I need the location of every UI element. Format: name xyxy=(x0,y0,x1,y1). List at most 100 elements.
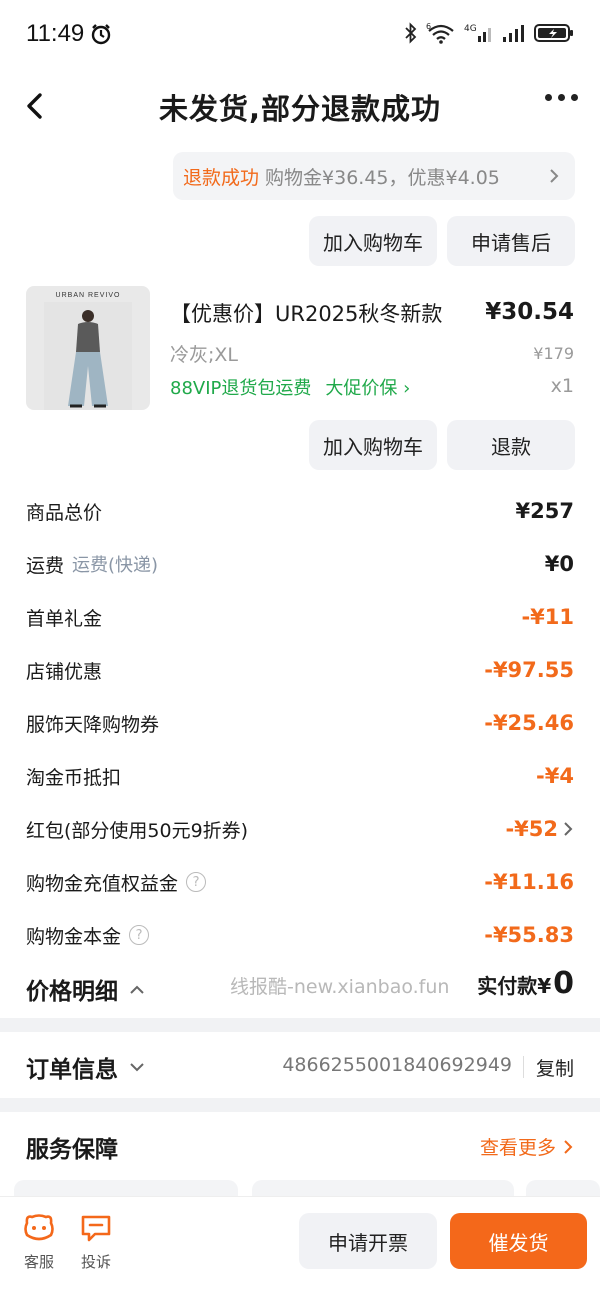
product-title[interactable]: 【优惠价】UR2025秋冬新款 xyxy=(170,298,442,328)
customer-service-label: 客服 xyxy=(23,1253,54,1271)
price-row-value-wrap: -¥52 xyxy=(505,817,574,841)
network-label: 4G xyxy=(464,24,477,34)
chevron-up-icon xyxy=(130,985,144,994)
price-row-label: 首单礼金 xyxy=(26,607,103,630)
price-row-label: 购物金充值权益金 xyxy=(26,872,179,895)
price-row-sublabel: 运费(快递) xyxy=(72,555,159,576)
price-row-label: 购物金本金 xyxy=(26,925,122,948)
price-row-label-wrap: 店铺优惠 xyxy=(26,657,102,684)
bluetooth-icon xyxy=(405,22,417,44)
paid-value: 0 xyxy=(553,966,574,1001)
chevron-right-icon xyxy=(564,1139,573,1154)
price-row: 购物金本金? -¥55.83 xyxy=(26,920,574,950)
price-row-value-wrap: -¥55.83 xyxy=(484,923,574,947)
watermark-text: 线报酷-new.xianbao.fun xyxy=(230,976,450,998)
price-row-label-wrap: 购物金本金? xyxy=(26,922,150,949)
price-row-label: 运费 xyxy=(26,554,65,577)
price-row-label: 红包(部分使用50元9折券) xyxy=(26,819,249,842)
vip-return-tag: 88VIP退货包运费 xyxy=(170,378,312,399)
price-row-value: -¥11 xyxy=(521,605,574,629)
more-dot-icon xyxy=(571,94,578,101)
nav-bar: 未发货,部分退款成功 xyxy=(0,76,600,136)
battery-icon xyxy=(534,24,573,42)
price-row-value-wrap: ¥257 xyxy=(516,499,574,523)
refund-button[interactable]: 退款 xyxy=(447,420,575,470)
product-price: ¥30.54 xyxy=(485,299,574,325)
price-row-value-wrap: -¥11 xyxy=(521,605,574,629)
price-row: 商品总价 ¥257 xyxy=(26,496,574,526)
order-detail-page: 11:49 6 4G 未发货,部分退款成功 退款成功 购物金¥36.45，优惠¥… xyxy=(0,0,600,1291)
page-title: 未发货,部分退款成功 xyxy=(158,92,442,126)
help-icon[interactable]: ? xyxy=(129,925,150,945)
signal-4g-icon: 4G xyxy=(464,24,491,42)
product-image[interactable]: URBAN REVIVO xyxy=(26,286,150,410)
after-sale-button[interactable]: 申请售后 xyxy=(447,216,575,266)
price-row: 淘金币抵扣 -¥4 xyxy=(26,761,574,791)
price-row[interactable]: 红包(部分使用50元9折券) -¥52 xyxy=(26,814,574,844)
price-row-label-wrap: 商品总价 xyxy=(26,498,102,525)
price-row-label-wrap: 首单礼金 xyxy=(26,604,102,631)
product-add-to-cart-button[interactable]: 加入购物车 xyxy=(309,420,437,470)
refund-status-banner[interactable]: 退款成功 购物金¥36.45，优惠¥4.05 xyxy=(173,152,575,200)
price-row: 购物金充值权益金? -¥11.16 xyxy=(26,867,574,897)
more-dot-icon xyxy=(545,94,552,101)
copy-order-button[interactable]: 复制 xyxy=(536,1054,574,1081)
price-protect-link[interactable]: 大促价保 › xyxy=(325,374,410,400)
service-more-text: 查看更多 xyxy=(479,1137,556,1159)
complain-button[interactable]: 投诉 xyxy=(74,1213,118,1272)
service-row: 服务保障 查看更多 xyxy=(26,1128,574,1168)
apply-invoice-button[interactable]: 申请开票 xyxy=(299,1213,437,1269)
paid-label: 实付款¥ xyxy=(477,974,552,998)
price-row-value: -¥25.46 xyxy=(484,711,574,735)
product-sku: 冷灰;XL xyxy=(170,344,239,366)
price-row-value: -¥11.16 xyxy=(484,870,574,894)
urge-shipment-button[interactable]: 催发货 xyxy=(450,1213,587,1269)
price-row-label-wrap: 红包(部分使用50元9折券) xyxy=(26,816,248,843)
refund-status-text: 退款成功 xyxy=(183,166,260,189)
paid-amount: 实付款¥ 0 xyxy=(477,966,574,1001)
refund-detail-text: 购物金¥36.45，优惠¥4.05 xyxy=(265,166,500,189)
service-label: 服务保障 xyxy=(26,1137,118,1163)
wifi-icon: 6 xyxy=(426,22,454,44)
price-row-value-wrap: -¥25.46 xyxy=(484,711,574,735)
order-info-label: 订单信息 xyxy=(26,1057,118,1083)
more-menu-button[interactable] xyxy=(545,94,578,101)
order-number: 4866255001840692949 xyxy=(282,1054,512,1076)
price-row-label-wrap: 服饰天降购物券 xyxy=(26,710,159,737)
price-row-value-wrap: -¥4 xyxy=(536,764,574,788)
price-row: 服饰天降购物券 -¥25.46 xyxy=(26,708,574,738)
order-info-toggle[interactable]: 订单信息 xyxy=(26,1050,146,1084)
wifi-label: 6 xyxy=(426,22,431,31)
more-dot-icon xyxy=(558,94,565,101)
price-row-value: ¥0 xyxy=(544,552,574,576)
price-detail-row: 价格明细 线报酷-new.xianbao.fun 实付款¥ 0 xyxy=(26,966,574,1010)
price-row-value-wrap: ¥0 xyxy=(545,552,574,576)
price-row-label: 服饰天降购物券 xyxy=(26,713,160,736)
price-row-value: ¥257 xyxy=(515,499,574,523)
bottom-action-bar: 客服 投诉 申请开票 催发货 xyxy=(0,1196,600,1291)
alarm-icon xyxy=(92,24,111,45)
customer-service-button[interactable]: 客服 xyxy=(17,1213,61,1272)
price-row-label: 店铺优惠 xyxy=(26,660,103,683)
complain-icon xyxy=(81,1215,111,1242)
product-photo xyxy=(44,302,132,410)
section-divider xyxy=(0,1018,600,1032)
price-row-label-wrap: 购物金充值权益金? xyxy=(26,869,207,896)
customer-service-icon xyxy=(24,1214,54,1241)
price-row-value: -¥97.55 xyxy=(484,658,574,682)
price-detail-toggle[interactable]: 价格明细 xyxy=(26,972,146,1006)
price-row-label-wrap: 淘金币抵扣 xyxy=(26,763,121,790)
product-quantity: x1 xyxy=(550,375,574,397)
chevron-down-icon xyxy=(130,1063,144,1072)
price-row-value: -¥4 xyxy=(536,764,574,788)
add-to-cart-button[interactable]: 加入购物车 xyxy=(309,216,437,266)
product-tags: 88VIP退货包运费 大促价保 › xyxy=(170,374,410,400)
chevron-right-icon xyxy=(550,169,559,183)
section-divider xyxy=(0,1098,600,1112)
status-bar: 11:49 6 4G xyxy=(0,0,600,72)
service-more-link[interactable]: 查看更多 xyxy=(480,1133,574,1160)
order-info-row: 订单信息 4866255001840692949 复制 xyxy=(26,1048,574,1088)
order-separator xyxy=(523,1056,524,1078)
price-row: 店铺优惠 -¥97.55 xyxy=(26,655,574,685)
help-icon[interactable]: ? xyxy=(186,872,207,892)
